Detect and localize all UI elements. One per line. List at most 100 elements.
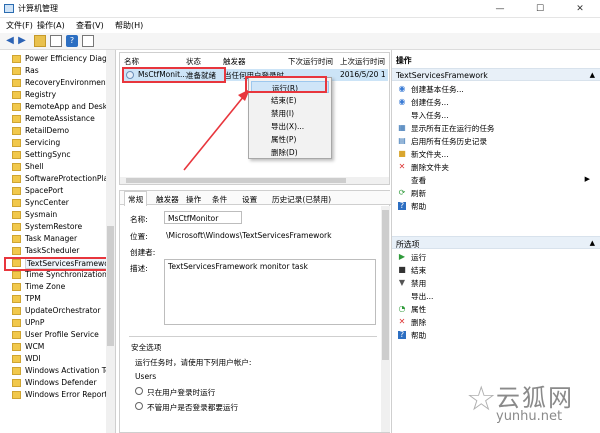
create-basic-task-icon: ◉ bbox=[398, 84, 406, 93]
menu-file[interactable]: 文件(F) bbox=[6, 20, 33, 31]
menu-end[interactable]: 结束(E) bbox=[251, 94, 329, 106]
folder-icon bbox=[12, 67, 21, 75]
menu-delete[interactable]: 删除(D) bbox=[251, 146, 329, 158]
tab-actions[interactable]: 操作 bbox=[186, 194, 201, 205]
help-icon[interactable]: ? bbox=[66, 35, 78, 47]
col-name[interactable]: 名称 bbox=[124, 56, 139, 67]
col-next-run[interactable]: 下次运行时间 bbox=[288, 56, 333, 67]
detail-scrollbar-thumb[interactable] bbox=[382, 210, 389, 360]
tree-item[interactable]: Sysmain bbox=[0, 209, 115, 221]
run-as-user: Users bbox=[135, 372, 157, 381]
action-new-folder[interactable]: ■ 新文件夹... bbox=[396, 148, 596, 160]
tree-item[interactable]: SettingSync bbox=[0, 149, 115, 161]
tree-item[interactable]: RecoveryEnvironment bbox=[0, 77, 115, 89]
description-field[interactable]: TextServicesFramework monitor task bbox=[164, 259, 376, 325]
action-delete-folder[interactable]: ✕ 删除文件夹 bbox=[396, 161, 596, 173]
tree-item[interactable]: Task Manager bbox=[0, 233, 115, 245]
folder-icon bbox=[12, 319, 21, 327]
tree-item[interactable]: SyncCenter bbox=[0, 197, 115, 209]
tree-item[interactable]: RemoteAssistance bbox=[0, 113, 115, 125]
tree-item[interactable]: User Profile Service bbox=[0, 329, 115, 341]
actions-group-folder[interactable]: TextServicesFramework ▲ bbox=[392, 68, 600, 81]
menu-properties[interactable]: 属性(P) bbox=[251, 133, 329, 145]
actions-group-selected[interactable]: 所选项 ▲ bbox=[392, 236, 600, 249]
security-options: 安全选项 运行任务时，请使用下列用户帐户: Users 只在用户登录时运行 不管… bbox=[129, 336, 377, 433]
menu-view[interactable]: 查看(V) bbox=[76, 20, 104, 31]
show-hide-tree-icon[interactable] bbox=[50, 35, 62, 47]
security-title: 安全选项 bbox=[131, 343, 162, 352]
folder-icon bbox=[12, 367, 21, 375]
highlight-box-tree bbox=[4, 257, 108, 271]
tree-item[interactable]: RemoteApp and Desk bbox=[0, 101, 115, 113]
list-hscrollbar-thumb[interactable] bbox=[126, 178, 346, 183]
tree-item[interactable]: SpacePort bbox=[0, 185, 115, 197]
tree-item[interactable]: SoftwareProtectionPlat bbox=[0, 173, 115, 185]
action-help-selected[interactable]: ? 帮助 bbox=[396, 329, 596, 341]
close-button[interactable]: ✕ bbox=[560, 0, 600, 18]
folder-icon bbox=[12, 151, 21, 159]
radio-logged-on-only[interactable] bbox=[135, 387, 143, 395]
tree-item[interactable]: SystemRestore bbox=[0, 221, 115, 233]
menu-disable[interactable]: 禁用(I) bbox=[251, 107, 329, 119]
radio-whether-logged-on[interactable] bbox=[135, 402, 143, 410]
col-trigger[interactable]: 触发器 bbox=[223, 56, 246, 67]
action-refresh[interactable]: ⟳ 刷新 bbox=[396, 187, 596, 199]
tab-general[interactable]: 常规 bbox=[124, 191, 148, 206]
tree-item[interactable]: Power Efficiency Diagn bbox=[0, 53, 115, 65]
star-logo-icon: ☆ bbox=[466, 379, 497, 419]
tab-triggers[interactable]: 触发器 bbox=[156, 194, 179, 205]
name-field[interactable]: MsCtfMonitor bbox=[164, 211, 242, 224]
action-run[interactable]: ▶ 运行 bbox=[396, 251, 596, 263]
tree-scrollbar-thumb[interactable] bbox=[107, 226, 114, 346]
action-end[interactable]: ■ 结束 bbox=[396, 264, 596, 276]
action-properties[interactable]: ◔ 属性 bbox=[396, 303, 596, 315]
detail-scrollbar[interactable] bbox=[381, 206, 390, 432]
action-help[interactable]: ? 帮助 bbox=[396, 200, 596, 212]
action-show-running[interactable]: ▦ 显示所有正在运行的任务 bbox=[396, 122, 596, 134]
col-last-run[interactable]: 上次运行时间 bbox=[340, 56, 385, 67]
list-hscrollbar[interactable] bbox=[120, 177, 389, 184]
tree-item[interactable]: Windows Defender bbox=[0, 377, 115, 389]
collapse-icon[interactable]: ▲ bbox=[590, 239, 595, 247]
forward-icon[interactable]: ▶ bbox=[16, 35, 28, 47]
tree-item[interactable]: Registry bbox=[0, 89, 115, 101]
menu-export[interactable]: 导出(X)... bbox=[251, 120, 329, 132]
tree-scrollbar[interactable] bbox=[106, 50, 115, 433]
maximize-button[interactable]: ☐ bbox=[520, 0, 560, 18]
action-enable-history[interactable]: ▤ 启用所有任务历史记录 bbox=[396, 135, 596, 147]
tree-item[interactable]: WDI bbox=[0, 353, 115, 365]
tree-item[interactable]: Servicing bbox=[0, 137, 115, 149]
tab-history[interactable]: 历史记录(已禁用) bbox=[272, 194, 331, 205]
menu-help[interactable]: 帮助(H) bbox=[115, 20, 143, 31]
action-export[interactable]: 导出... bbox=[396, 290, 596, 302]
tree-item[interactable]: Shell bbox=[0, 161, 115, 173]
folder-icon bbox=[12, 235, 21, 243]
collapse-icon[interactable]: ▲ bbox=[590, 71, 595, 79]
back-icon[interactable]: ◀ bbox=[4, 35, 16, 47]
action-import-task[interactable]: 导入任务... bbox=[396, 109, 596, 121]
tree-item[interactable]: TPM bbox=[0, 293, 115, 305]
menu-action[interactable]: 操作(A) bbox=[37, 20, 65, 31]
folder-icon bbox=[12, 175, 21, 183]
tree-item[interactable]: UpdateOrchestrator bbox=[0, 305, 115, 317]
folder-icon bbox=[12, 283, 21, 291]
tree-item[interactable]: TaskScheduler bbox=[0, 245, 115, 257]
tree-item[interactable]: Windows Activation Te bbox=[0, 365, 115, 377]
action-disable[interactable]: ▼ 禁用 bbox=[396, 277, 596, 289]
tree-item[interactable]: Time Zone bbox=[0, 281, 115, 293]
tree-item[interactable]: UPnP bbox=[0, 317, 115, 329]
action-view[interactable]: 查看 ▶ bbox=[396, 174, 596, 186]
col-status[interactable]: 状态 bbox=[186, 56, 201, 67]
tree-item[interactable]: WCM bbox=[0, 341, 115, 353]
tree-item[interactable]: Ras bbox=[0, 65, 115, 77]
action-delete[interactable]: ✕ 删除 bbox=[396, 316, 596, 328]
action-create-basic-task[interactable]: ◉ 创建基本任务... bbox=[396, 83, 596, 95]
action-create-task[interactable]: ◉ 创建任务... bbox=[396, 96, 596, 108]
tab-conditions[interactable]: 条件 bbox=[212, 194, 227, 205]
show-hide-action-pane-icon[interactable] bbox=[82, 35, 94, 47]
up-folder-icon[interactable] bbox=[34, 35, 46, 47]
tab-settings[interactable]: 设置 bbox=[242, 194, 257, 205]
tree-item[interactable]: RetailDemo bbox=[0, 125, 115, 137]
tree-item[interactable]: Windows Error Report bbox=[0, 389, 115, 401]
minimize-button[interactable]: — bbox=[480, 0, 520, 18]
